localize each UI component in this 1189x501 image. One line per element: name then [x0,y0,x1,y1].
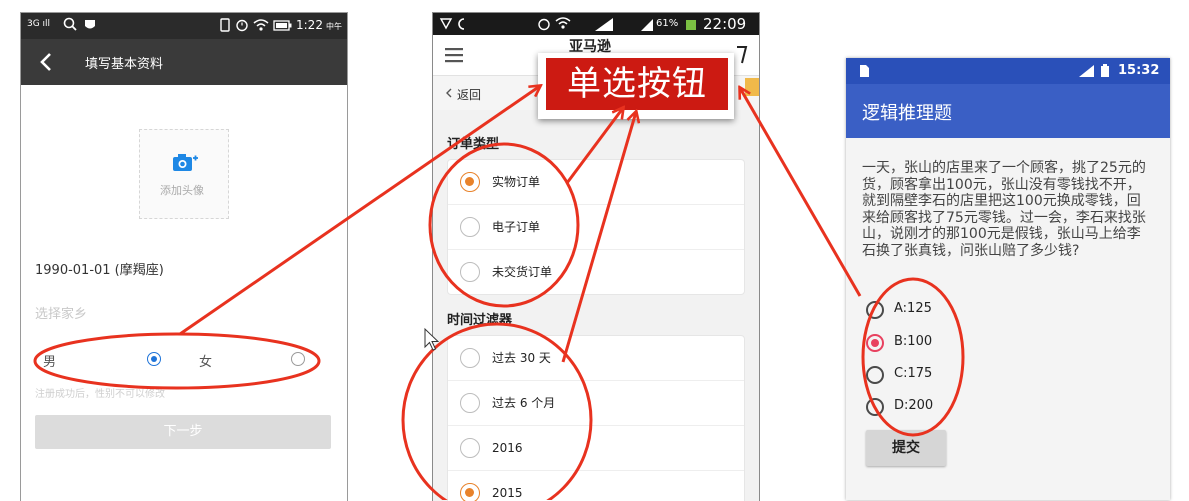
annotation-overlay [33,0,965,500]
highlight-ellipse-quiz-options [861,277,965,437]
annotation-arrow [565,108,623,184]
highlight-ellipse-order-type [428,142,580,308]
annotation-arrow [179,86,540,336]
highlight-ellipse-time-filter [401,322,593,500]
highlight-ellipse-gender [33,332,321,390]
annotation-arrow [740,88,862,297]
annotation-arrow [561,112,636,363]
